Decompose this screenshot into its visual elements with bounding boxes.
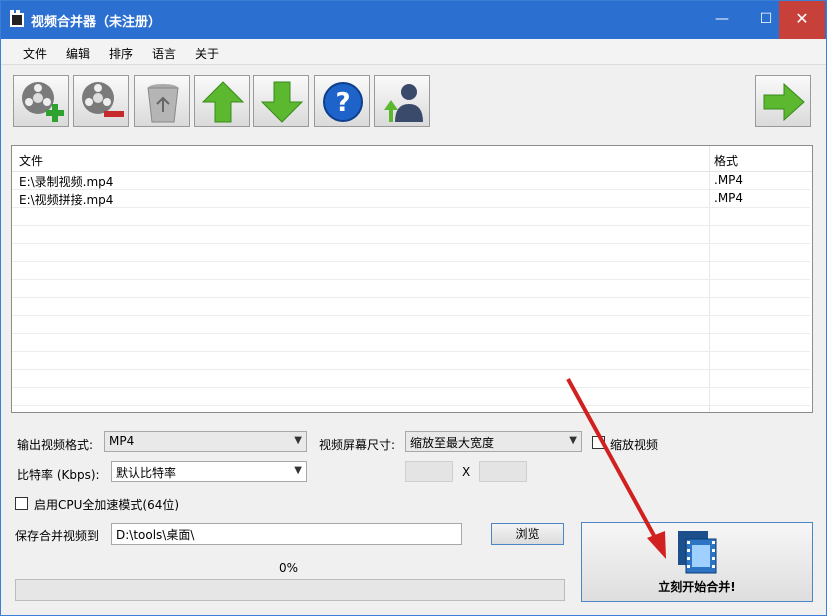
- output-format-select[interactable]: MP4 ▼: [104, 431, 307, 452]
- scale-video-label: 缩放视频: [610, 438, 659, 452]
- file-format: .MP4: [714, 191, 744, 205]
- start-merge-button[interactable]: 立刻开始合并!: [581, 522, 813, 602]
- file-list[interactable]: 文件 格式 E:\录制视频.mp4 .MP4 E:\视频拼接.mp4 .MP4: [11, 145, 813, 413]
- menu-edit[interactable]: 编辑: [66, 45, 90, 62]
- height-input[interactable]: [479, 461, 527, 482]
- screen-size-select[interactable]: 缩放至最大宽度 ▼: [405, 431, 582, 452]
- table-row: [12, 298, 810, 316]
- progress-percent: 0%: [279, 561, 299, 575]
- clear-list-button[interactable]: [134, 75, 190, 127]
- menu-bar: 文件 编辑 排序 语言 关于: [1, 39, 826, 65]
- table-row: [12, 388, 810, 406]
- file-path: E:\视频拼接.mp4: [19, 193, 114, 207]
- table-row[interactable]: E:\录制视频.mp4 .MP4: [12, 172, 810, 190]
- table-row[interactable]: E:\视频拼接.mp4 .MP4: [12, 190, 810, 208]
- green-down-arrow-icon: [260, 81, 304, 123]
- maximize-button[interactable]: ☐: [749, 1, 783, 39]
- width-input[interactable]: [405, 461, 453, 482]
- chevron-down-icon: ▼: [569, 435, 577, 446]
- output-format-value: MP4: [109, 434, 135, 448]
- table-row: [12, 280, 810, 298]
- scale-video-checkbox[interactable]: [592, 436, 605, 449]
- size-separator: X: [462, 465, 471, 479]
- upgrade-button[interactable]: [374, 75, 430, 127]
- help-question-icon: ?: [323, 82, 363, 122]
- film-strip-icon: [678, 531, 717, 574]
- save-to-label: 保存合并视频到: [15, 529, 100, 543]
- chevron-down-icon: ▼: [294, 465, 302, 476]
- svg-text:?: ?: [335, 88, 350, 118]
- browse-button[interactable]: 浏览: [491, 523, 564, 545]
- move-up-button[interactable]: [194, 75, 250, 127]
- output-format-label: 输出视频格式:: [17, 438, 94, 452]
- help-button[interactable]: ?: [314, 75, 370, 127]
- table-row: [12, 334, 810, 352]
- recycle-bin-icon: [147, 84, 179, 123]
- title-bar: 视频合并器（未注册） — ☐ ✕: [1, 1, 826, 39]
- menu-sort[interactable]: 排序: [109, 45, 133, 62]
- bitrate-label: 比特率 (Kbps):: [17, 468, 100, 482]
- file-format: .MP4: [714, 173, 744, 187]
- table-row: [12, 352, 810, 370]
- column-format[interactable]: 格式: [714, 152, 738, 169]
- film-reel-add-icon: [22, 82, 64, 122]
- table-row: [12, 226, 810, 244]
- menu-language[interactable]: 语言: [152, 45, 176, 62]
- column-file[interactable]: 文件: [19, 152, 43, 169]
- file-path: E:\录制视频.mp4: [19, 175, 114, 189]
- add-video-button[interactable]: [13, 75, 69, 127]
- table-row: [12, 262, 810, 280]
- menu-file[interactable]: 文件: [23, 45, 47, 62]
- window-title: 视频合并器（未注册）: [31, 15, 162, 30]
- start-merge-label: 立刻开始合并!: [658, 580, 736, 594]
- remove-video-button[interactable]: [73, 75, 129, 127]
- menu-about[interactable]: 关于: [195, 45, 219, 62]
- table-row: [12, 244, 810, 262]
- screen-size-label: 视频屏幕尺寸:: [319, 438, 396, 452]
- cpu-accel-checkbox[interactable]: [15, 497, 28, 510]
- file-list-header: 文件 格式: [12, 146, 812, 172]
- table-row: [12, 208, 810, 226]
- green-up-arrow-icon: [201, 81, 245, 123]
- table-row: [12, 316, 810, 334]
- move-down-button[interactable]: [253, 75, 309, 127]
- app-window: 视频合并器（未注册） — ☐ ✕ 文件 编辑 排序 语言 关于 ? 文件 格式 …: [0, 0, 827, 616]
- progress-bar: [15, 579, 565, 601]
- film-reel-remove-icon: [82, 82, 124, 117]
- cpu-accel-label: 启用CPU全加速模式(64位): [34, 498, 180, 512]
- chevron-down-icon: ▼: [294, 435, 302, 446]
- green-right-arrow-icon: [763, 82, 805, 122]
- screen-size-value: 缩放至最大宽度: [410, 436, 495, 450]
- film-app-icon: [10, 10, 24, 27]
- user-upgrade-icon: [384, 84, 423, 122]
- close-button[interactable]: ✕: [779, 1, 825, 39]
- minimize-button[interactable]: —: [705, 1, 739, 39]
- next-button[interactable]: [755, 75, 811, 127]
- bitrate-value: 默认比特率: [116, 466, 177, 480]
- table-row: [12, 370, 810, 388]
- save-path-input[interactable]: D:\tools\桌面\: [111, 523, 462, 545]
- bitrate-select[interactable]: 默认比特率 ▼: [111, 461, 307, 482]
